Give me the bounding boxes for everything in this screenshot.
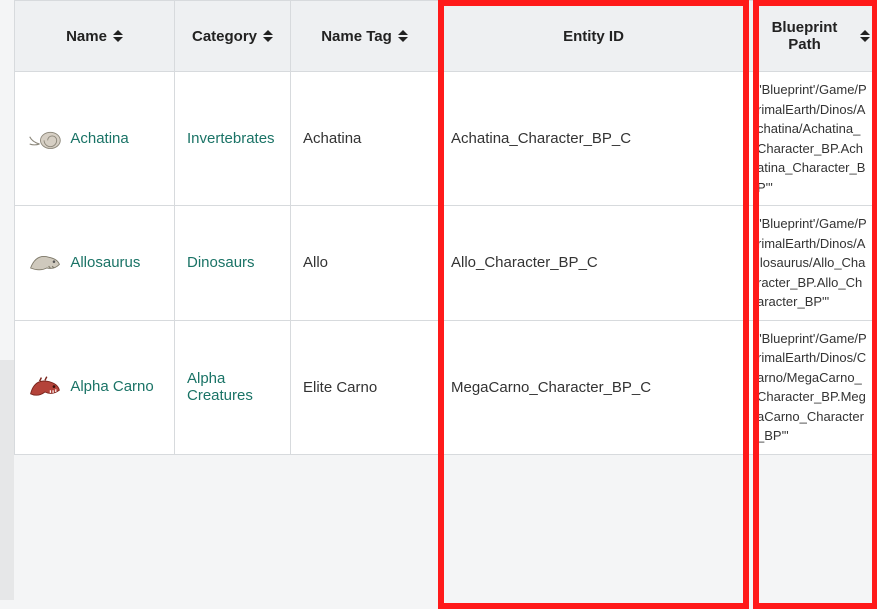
- cell-entity-id: MegaCarno_Character_BP_C: [439, 320, 749, 454]
- category-link[interactable]: Invertebrates: [187, 130, 275, 147]
- achatina-icon: [27, 126, 63, 152]
- category-link[interactable]: Dinosaurs: [187, 254, 255, 271]
- cell-blueprint-path: "Blueprint'/Game/PrimalEarth/Dinos/Carno…: [749, 320, 877, 454]
- allosaurus-icon: [27, 250, 63, 276]
- sort-icon: [113, 30, 123, 42]
- col-header-entity-id[interactable]: Entity ID: [439, 1, 749, 72]
- cell-name-tag: Allo: [291, 206, 439, 321]
- creature-link[interactable]: Alpha Carno: [70, 378, 153, 395]
- table-header-row: Name Category Name Tag Entity ID: [15, 1, 877, 72]
- col-header-category-label: Category: [192, 28, 257, 45]
- table-row: Allosaurus Dinosaurs Allo Allo_Character…: [15, 206, 877, 321]
- background-accent: [0, 360, 14, 600]
- category-link[interactable]: Alpha Creatures: [187, 370, 253, 404]
- col-header-blueprint-path-label: Blueprint Path: [755, 19, 854, 53]
- cell-category: Alpha Creatures: [175, 320, 291, 454]
- creature-link[interactable]: Achatina: [70, 129, 128, 146]
- col-header-name-tag-label: Name Tag: [321, 28, 392, 45]
- col-header-name-tag[interactable]: Name Tag: [291, 1, 439, 72]
- col-header-name[interactable]: Name: [15, 1, 175, 72]
- cell-entity-id: Achatina_Character_BP_C: [439, 72, 749, 206]
- cell-entity-id: Allo_Character_BP_C: [439, 206, 749, 321]
- sort-icon: [398, 30, 408, 42]
- cell-name: Achatina: [15, 72, 175, 206]
- alpha-carno-icon: [27, 374, 63, 400]
- cell-blueprint-path: "Blueprint'/Game/PrimalEarth/Dinos/Allos…: [749, 206, 877, 321]
- sort-icon: [860, 30, 870, 42]
- col-header-blueprint-path[interactable]: Blueprint Path: [749, 1, 877, 72]
- cell-name: Alpha Carno: [15, 320, 175, 454]
- cell-category: Dinosaurs: [175, 206, 291, 321]
- cell-name: Allosaurus: [15, 206, 175, 321]
- cell-category: Invertebrates: [175, 72, 291, 206]
- cell-blueprint-path: "Blueprint'/Game/PrimalEarth/Dinos/Achat…: [749, 72, 877, 206]
- creature-table: Name Category Name Tag Entity ID: [14, 0, 877, 455]
- col-header-name-label: Name: [66, 28, 107, 45]
- col-header-entity-id-label: Entity ID: [563, 28, 624, 45]
- cell-name-tag: Elite Carno: [291, 320, 439, 454]
- creature-link[interactable]: Allosaurus: [70, 254, 140, 271]
- col-header-category[interactable]: Category: [175, 1, 291, 72]
- sort-icon: [263, 30, 273, 42]
- cell-name-tag: Achatina: [291, 72, 439, 206]
- table-row: Alpha Carno Alpha Creatures Elite Carno …: [15, 320, 877, 454]
- table-row: Achatina Invertebrates Achatina Achatina…: [15, 72, 877, 206]
